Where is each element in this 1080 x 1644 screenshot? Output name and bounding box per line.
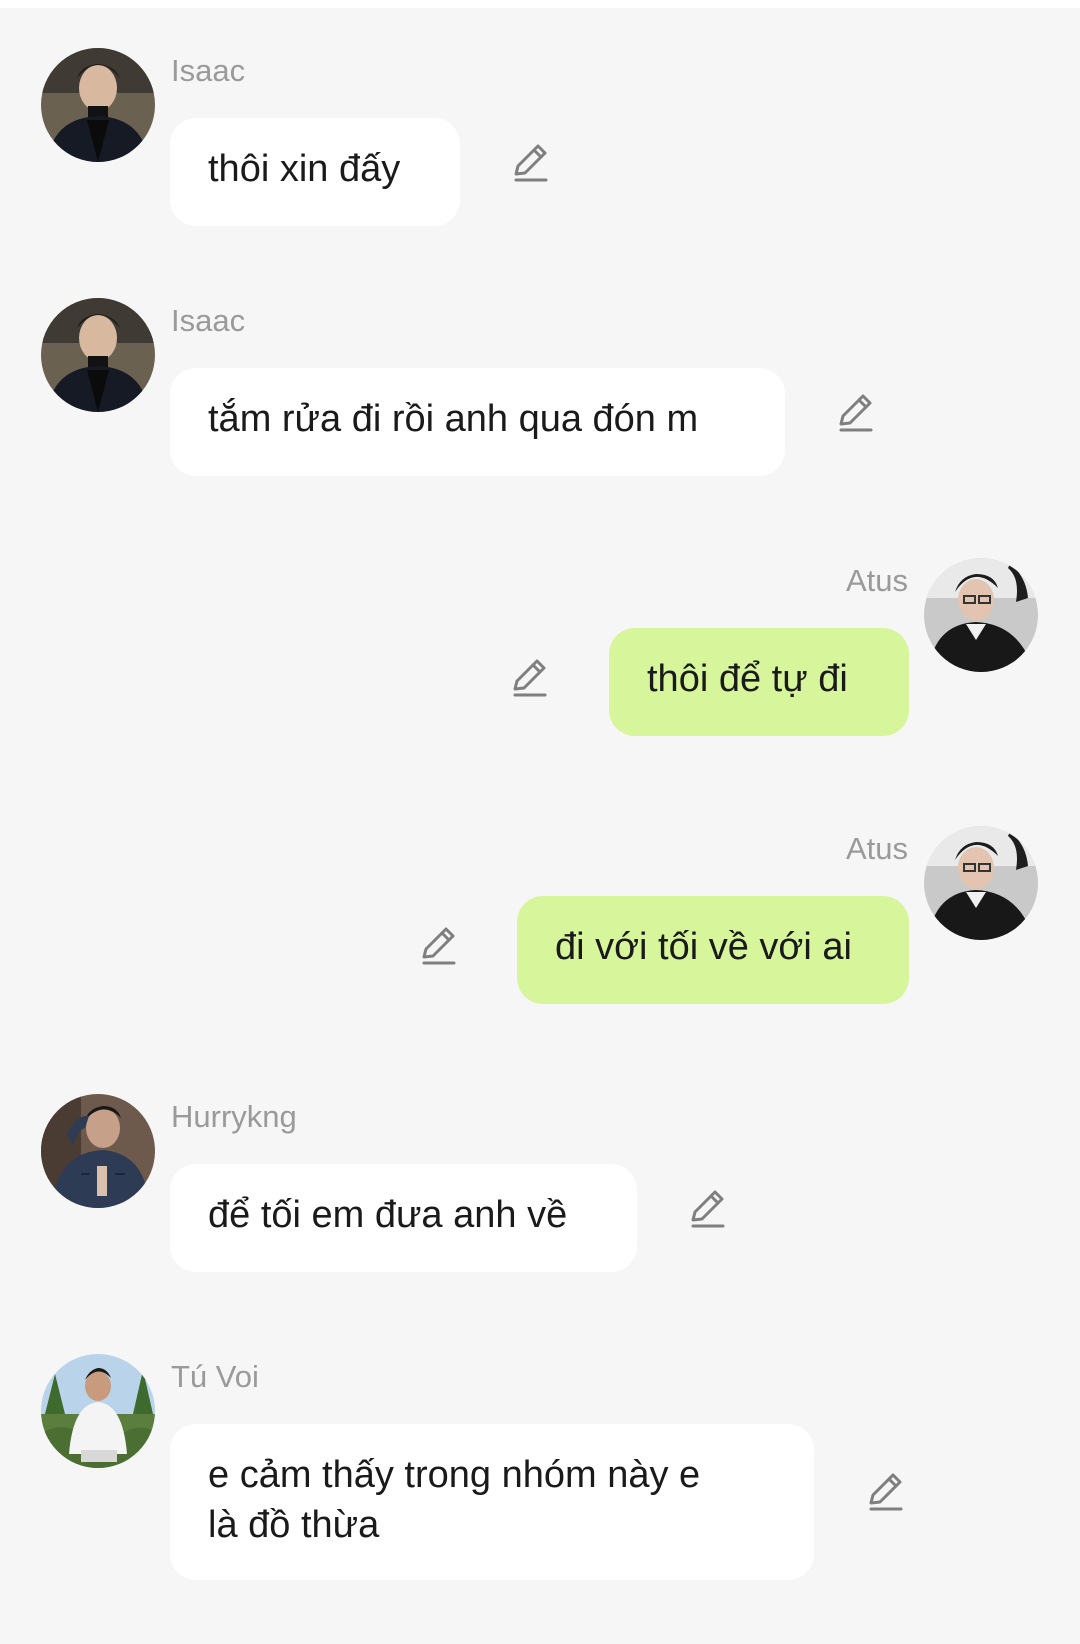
chat-screen: Isaac thôi xin đấy Isaac tắm rửa đi rồi … (0, 0, 1080, 1644)
pencil-icon[interactable] (416, 923, 460, 967)
pencil-icon[interactable] (507, 655, 551, 699)
message-bubble[interactable]: tắm rửa đi rồi anh qua đón m (170, 368, 785, 476)
avatar-tu-voi[interactable] (41, 1354, 155, 1468)
message-text: thôi để tự đi (647, 658, 848, 700)
sender-name: Hurrykng (171, 1099, 297, 1134)
message-item: Hurrykng để tối em đưa anh về (0, 1054, 1080, 1294)
message-text-line: là đồ thừa (208, 1504, 380, 1546)
pencil-icon[interactable] (685, 1186, 729, 1230)
chat-message-list[interactable]: Isaac thôi xin đấy Isaac tắm rửa đi rồi … (0, 8, 1080, 1644)
message-bubble[interactable]: thôi để tự đi (609, 628, 909, 736)
avatar-atus[interactable] (924, 826, 1038, 940)
sender-name: Atus (845, 831, 908, 866)
message-item: Tú Voi e cảm thấy trong nhóm này e là đồ… (0, 1314, 1080, 1614)
message-text-line: e cảm thấy trong nhóm này e (208, 1454, 701, 1496)
message-text: đi với tối về với ai (555, 926, 852, 968)
avatar-isaac[interactable] (41, 48, 155, 162)
avatar-isaac[interactable] (41, 298, 155, 412)
message-text: để tối em đưa anh về (208, 1194, 568, 1236)
message-bubble[interactable]: để tối em đưa anh về (170, 1164, 637, 1272)
avatar-atus[interactable] (924, 558, 1038, 672)
message-text: thôi xin đấy (208, 148, 401, 190)
message-bubble[interactable]: thôi xin đấy (170, 118, 460, 226)
message-bubble[interactable]: đi với tối về với ai (517, 896, 909, 1004)
sender-name: Isaac (171, 303, 246, 338)
message-bubble[interactable]: e cảm thấy trong nhóm này e là đồ thừa (170, 1424, 814, 1580)
message-item: Isaac thôi xin đấy (0, 8, 1080, 248)
message-item: Atus thôi để tự đi (0, 518, 1080, 758)
message-item: Isaac tắm rửa đi rồi anh qua đón m (0, 258, 1080, 498)
pencil-icon[interactable] (833, 390, 877, 434)
message-text: tắm rửa đi rồi anh qua đón m (208, 398, 699, 440)
avatar-hurrykng[interactable] (41, 1094, 155, 1208)
pencil-icon[interactable] (863, 1469, 907, 1513)
message-item: Atus đi với tối về với ai (0, 786, 1080, 1026)
pencil-icon[interactable] (508, 140, 552, 184)
sender-name: Isaac (171, 53, 246, 88)
sender-name: Atus (845, 563, 908, 598)
sender-name: Tú Voi (171, 1359, 259, 1394)
